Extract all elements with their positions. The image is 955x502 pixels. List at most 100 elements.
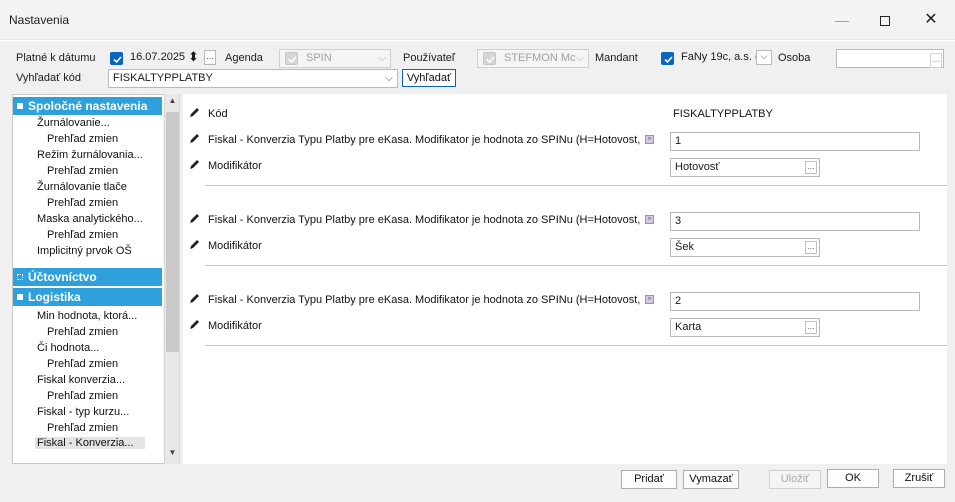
pencil-icon	[190, 320, 199, 329]
tree-item[interactable]: Režim žurnálovania...	[37, 149, 143, 161]
close-button[interactable]: ✕	[908, 0, 954, 40]
search-code-label: Vyhľadať kód	[16, 72, 82, 84]
title-bar: Nastavenia — ✕	[0, 0, 955, 40]
modifier-lookup-button[interactable]: ...	[805, 161, 817, 174]
valid-date-label: Platné k dátumu	[16, 52, 96, 64]
user-value: STEFMON Mc	[504, 52, 576, 64]
tree-item[interactable]: Prehľad zmien	[47, 358, 118, 370]
pencil-icon	[190, 214, 199, 223]
delete-button[interactable]: Vymazať	[683, 470, 739, 489]
valid-date-checkbox[interactable]	[110, 52, 123, 65]
group-divider	[205, 345, 947, 346]
expand-icon[interactable]: »	[645, 135, 654, 144]
person-field[interactable]	[836, 49, 944, 68]
check-icon	[288, 56, 297, 64]
scroll-thumb[interactable]	[166, 112, 179, 352]
section-accounting[interactable]: Účtovníctvo	[13, 268, 162, 286]
modifier-input[interactable]: Hotovosť ...	[670, 158, 820, 177]
tree-item[interactable]: Min hodnota, ktorá...	[37, 310, 137, 322]
modifier-input[interactable]: Karta ...	[670, 318, 820, 337]
tree-scrollbar[interactable]: ▲ ▼	[164, 94, 180, 464]
minimize-button[interactable]: —	[819, 0, 865, 40]
modifier-lookup-button[interactable]: ...	[805, 321, 817, 334]
tree-item[interactable]: Implicitný prvok OŠ	[37, 245, 132, 257]
dialog-client-area: Platné k dátumu 16.07.2025 ⬍ ... Agenda …	[0, 41, 955, 502]
expand-icon	[17, 274, 23, 280]
scroll-up-icon[interactable]: ▲	[166, 96, 179, 108]
person-lookup-button[interactable]: ...	[930, 53, 942, 68]
modifier-label: Modifikátor	[208, 240, 262, 252]
section-common-label: Spoločné nastavenia	[28, 99, 148, 113]
agenda-label: Agenda	[225, 52, 263, 64]
chevron-down-icon: ⌵	[378, 53, 386, 64]
expand-icon[interactable]: »	[645, 295, 654, 304]
person-label: Osoba	[778, 52, 811, 64]
maximize-button[interactable]	[862, 0, 908, 40]
param-label: Fiskal - Konverzia Typu Platby pre eKasa…	[208, 214, 641, 226]
pencil-icon	[190, 108, 199, 117]
param-label: Fiskal - Konverzia Typu Platby pre eKasa…	[208, 134, 641, 146]
modifier-value: Šek	[675, 241, 694, 253]
add-button[interactable]: Pridať	[621, 470, 677, 489]
group-divider	[205, 265, 947, 266]
tree-item[interactable]: Prehľad zmien	[47, 229, 118, 241]
code-label: Kód	[208, 108, 228, 120]
tree-item[interactable]: Žurnálovanie tlače	[37, 181, 127, 193]
mandant-checkbox[interactable]	[661, 52, 674, 65]
tree-item[interactable]: Prehľad zmien	[47, 197, 118, 209]
chevron-down-icon[interactable]: ⌵	[381, 70, 397, 87]
tree-item[interactable]: Fiskal - typ kurzu...	[37, 406, 129, 418]
group-divider	[205, 185, 947, 186]
tree-item-selected[interactable]: Fiskal - Konverzia...	[35, 437, 145, 449]
search-code-value: FISKALTYPPLATBY	[113, 72, 213, 84]
collapse-icon	[17, 294, 23, 300]
param-value-input[interactable]: 1	[670, 132, 920, 151]
tree-item[interactable]: Prehľad zmien	[47, 326, 118, 338]
window-title: Nastavenia	[9, 13, 70, 27]
mandant-dropdown-icon[interactable]: ⌵	[756, 50, 772, 65]
section-common[interactable]: Spoločné nastavenia	[13, 97, 162, 115]
search-code-input[interactable]: FISKALTYPPLATBY ⌵	[108, 69, 398, 88]
param-value-input[interactable]: 3	[670, 212, 920, 231]
dialog-footer: Pridať Vymazať Uložiť OK Zrušiť	[0, 464, 955, 502]
tree-item[interactable]: Prehľad zmien	[47, 390, 118, 402]
modifier-label: Modifikátor	[208, 320, 262, 332]
ok-button[interactable]: OK	[827, 469, 879, 488]
date-spin-icon[interactable]: ⬍	[188, 49, 199, 65]
tree-item[interactable]: Prehľad zmien	[47, 422, 118, 434]
user-label: Používateľ	[403, 52, 456, 64]
tree-item[interactable]: Prehľad zmien	[47, 133, 118, 145]
pencil-icon	[190, 134, 199, 143]
cancel-button[interactable]: Zrušiť	[893, 469, 945, 488]
chevron-down-icon: ⌵	[576, 53, 584, 64]
pencil-icon	[190, 160, 199, 169]
modifier-value: Karta	[675, 321, 702, 333]
tree-item[interactable]: Či hodnota...	[37, 342, 99, 354]
modifier-input[interactable]: Šek ...	[670, 238, 820, 257]
tree-item[interactable]: Žurnálovanie...	[37, 117, 110, 129]
tree-item[interactable]: Fiskal konverzia...	[37, 374, 125, 386]
scroll-down-icon[interactable]: ▼	[166, 448, 179, 460]
check-icon	[664, 56, 673, 64]
param-value-input[interactable]: 2	[670, 292, 920, 311]
modifier-lookup-button[interactable]: ...	[805, 241, 817, 254]
settings-tree: Spoločné nastavenia Žurnálovanie... Preh…	[12, 94, 179, 464]
expand-icon[interactable]: »	[645, 215, 654, 224]
check-icon	[113, 56, 122, 64]
maximize-icon	[880, 16, 890, 27]
user-checkbox	[483, 52, 496, 65]
detail-panel: Kód FISKALTYPPLATBY Fiskal - Konverzia T…	[183, 94, 947, 464]
section-logistics-label: Logistika	[28, 290, 81, 304]
modifier-value: Hotovosť	[675, 161, 720, 173]
section-logistics[interactable]: Logistika	[13, 288, 162, 306]
search-button[interactable]: Vyhľadať	[402, 69, 456, 87]
mandant-value: FaNy 19c, a.s. (	[681, 51, 759, 63]
tree-item[interactable]: Prehľad zmien	[47, 165, 118, 177]
date-picker-button[interactable]: ...	[204, 50, 216, 65]
agenda-value: SPIN	[306, 52, 332, 64]
tree-item[interactable]: Maska analytického...	[37, 213, 143, 225]
pencil-icon	[190, 240, 199, 249]
pencil-icon	[190, 294, 199, 303]
agenda-checkbox	[285, 52, 298, 65]
mandant-label: Mandant	[595, 52, 638, 64]
